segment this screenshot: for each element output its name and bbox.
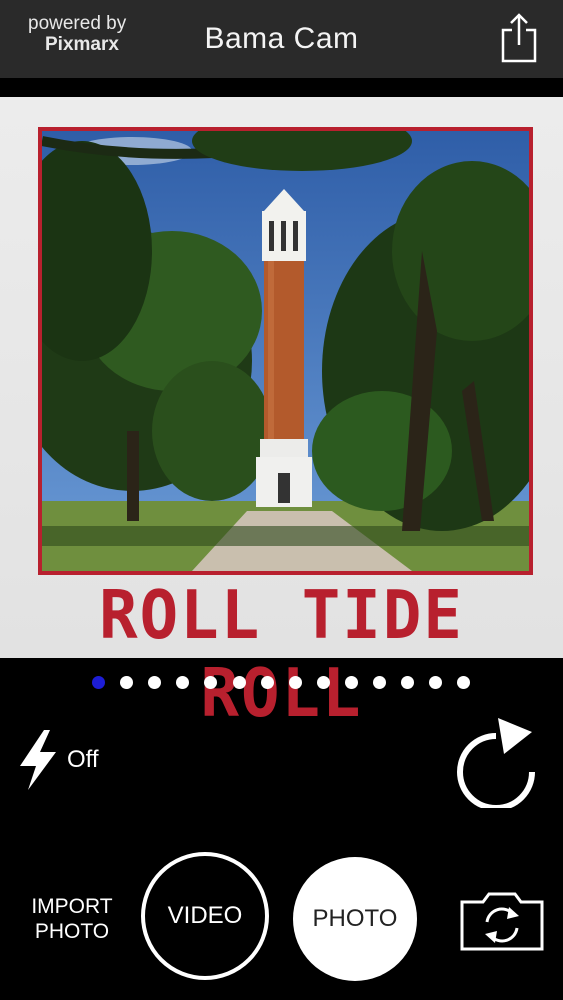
photo-frame-preview[interactable]: ROLL TIDE ROLL [0, 97, 563, 733]
rotate-icon[interactable] [452, 712, 542, 811]
video-label: VIDEO [167, 902, 243, 929]
pager-dot[interactable] [260, 676, 274, 689]
pager-dot[interactable] [344, 676, 358, 689]
pager-dot[interactable] [92, 676, 105, 689]
app-header: powered by Pixmarx Bama Cam [0, 0, 563, 78]
import-label-line2: PHOTO [34, 920, 110, 943]
pager-dot[interactable] [148, 676, 162, 689]
photo-label: PHOTO [312, 905, 398, 932]
import-photo-button[interactable]: IMPORT PHOTO [20, 894, 124, 944]
pager-dot[interactable] [232, 676, 246, 689]
photo-button[interactable]: PHOTO [293, 857, 417, 981]
pager-dot[interactable] [316, 676, 330, 689]
pager-dot[interactable] [176, 676, 190, 689]
campus-photo [38, 127, 533, 575]
switch-camera-icon[interactable] [459, 890, 545, 952]
flash-icon [20, 730, 56, 790]
pager-dot[interactable] [429, 676, 443, 689]
pager-dot[interactable] [288, 676, 302, 689]
pager-dot[interactable] [457, 676, 471, 689]
share-icon[interactable] [498, 12, 540, 64]
pager-dot[interactable] [373, 676, 386, 689]
app-title: Bama Cam [204, 22, 359, 55]
pager-dot[interactable] [120, 676, 134, 689]
pager-dot[interactable] [401, 676, 415, 689]
flash-state-label[interactable]: Off [67, 746, 99, 774]
frame-pager[interactable] [0, 676, 563, 690]
pager-dot[interactable] [204, 676, 218, 689]
import-label-line1: IMPORT [31, 895, 113, 918]
video-button[interactable]: VIDEO [141, 852, 269, 980]
frame-caption: ROLL TIDE ROLL [99, 577, 464, 733]
